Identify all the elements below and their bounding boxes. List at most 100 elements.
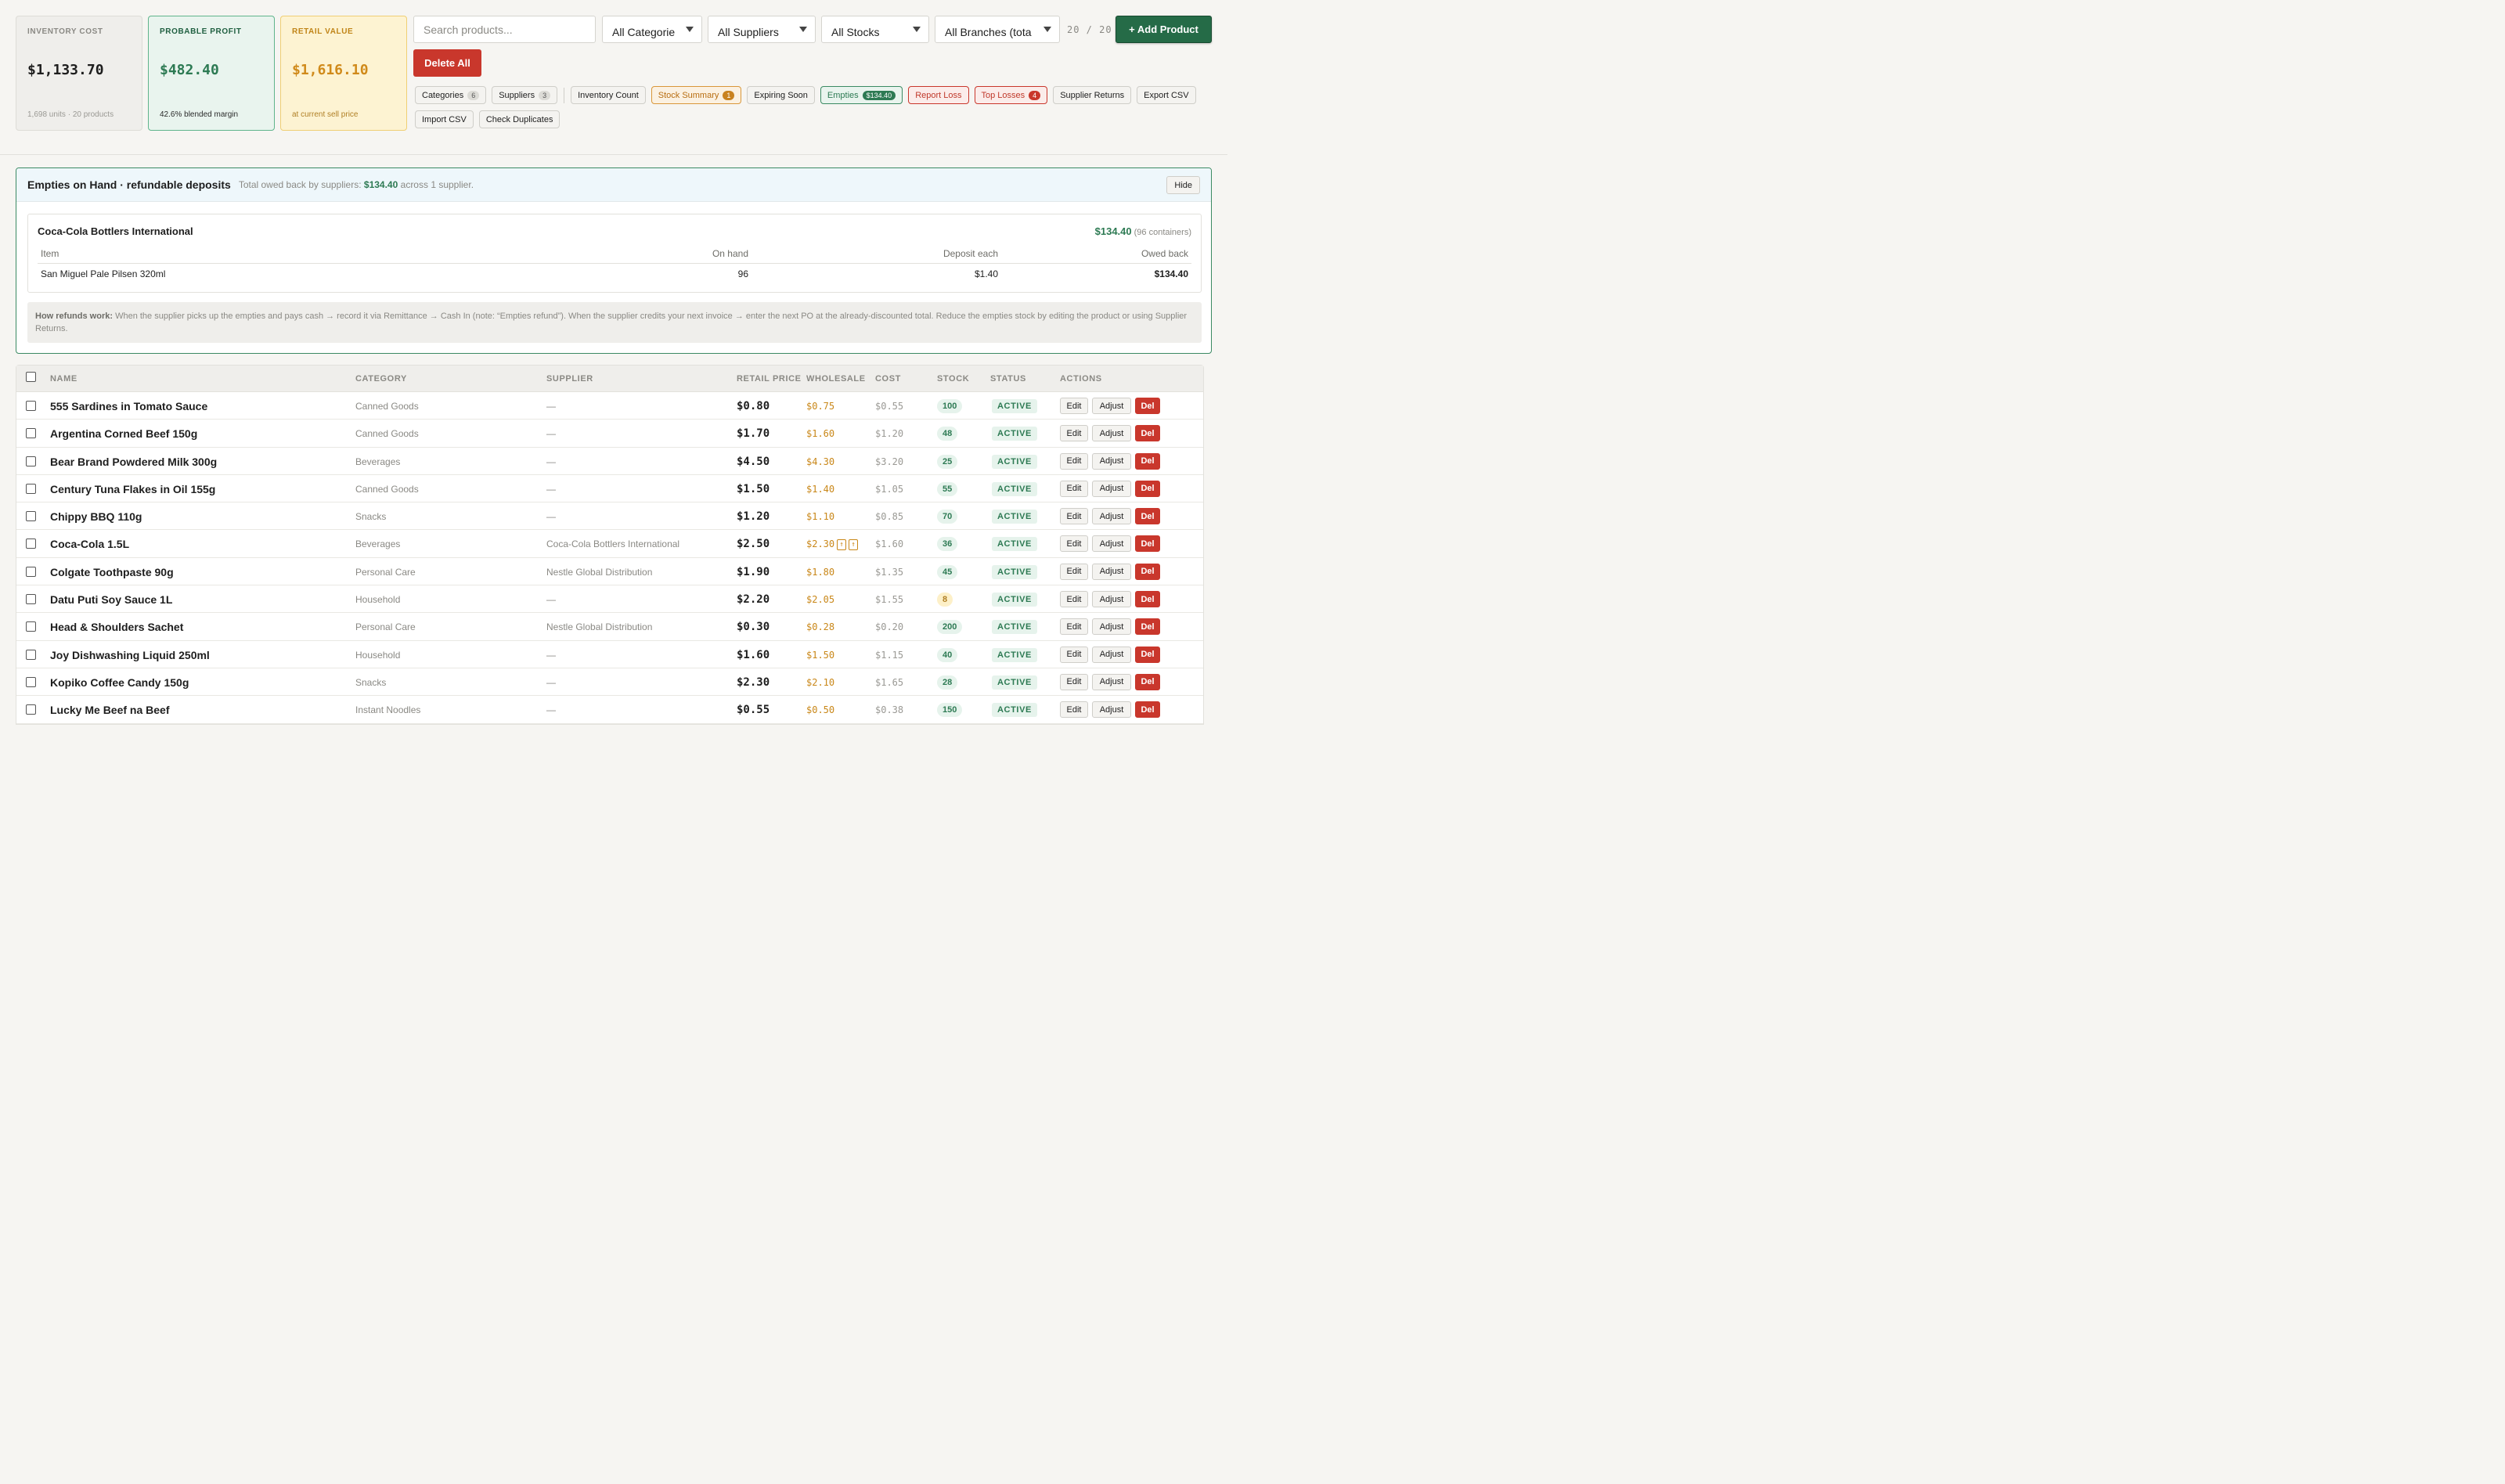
delete-button[interactable]: Del bbox=[1135, 452, 1160, 470]
product-name[interactable]: Chippy BBQ 110g bbox=[50, 510, 142, 523]
adjust-button[interactable]: Adjust bbox=[1092, 480, 1131, 497]
supplier-filter-value: All Suppliers bbox=[718, 26, 779, 38]
empties-chip[interactable]: Empties $134.40 bbox=[820, 86, 903, 104]
edit-button[interactable]: Edit bbox=[1060, 591, 1088, 608]
edit-button[interactable]: Edit bbox=[1060, 425, 1088, 442]
delete-button[interactable]: Del bbox=[1135, 425, 1160, 442]
product-name[interactable]: Argentina Corned Beef 150g bbox=[50, 427, 197, 440]
edit-button[interactable]: Edit bbox=[1060, 701, 1088, 719]
header-status[interactable]: STATUS bbox=[990, 374, 1026, 384]
edit-button[interactable]: Edit bbox=[1060, 398, 1088, 414]
probable-profit-card: PROBABLE PROFIT $482.40 42.6% blended ma… bbox=[148, 16, 275, 131]
adjust-button[interactable]: Adjust bbox=[1092, 425, 1131, 442]
expiring-soon-chip-label: Expiring Soon bbox=[754, 90, 808, 100]
inventory-cost-label: INVENTORY COST bbox=[27, 27, 103, 36]
select-all-checkbox[interactable] bbox=[26, 372, 36, 382]
product-name[interactable]: Head & Shoulders Sachet bbox=[50, 621, 183, 633]
header-name[interactable]: NAME bbox=[50, 374, 77, 384]
product-name[interactable]: Century Tuna Flakes in Oil 155g bbox=[50, 483, 215, 495]
wholesale-price: $1.40 bbox=[806, 484, 834, 495]
row-checkbox[interactable] bbox=[26, 401, 36, 411]
row-checkbox[interactable] bbox=[26, 704, 36, 715]
edit-button[interactable]: Edit bbox=[1060, 673, 1088, 690]
expiring-soon-chip[interactable]: Expiring Soon bbox=[747, 86, 815, 104]
stock-badge: 25 bbox=[937, 454, 958, 469]
product-name[interactable]: Coca-Cola 1.5L bbox=[50, 538, 129, 550]
stock-filter-select[interactable]: All Stocks bbox=[821, 16, 929, 43]
delete-button[interactable]: Del bbox=[1135, 701, 1160, 719]
product-name[interactable]: Colgate Toothpaste 90g bbox=[50, 566, 174, 578]
edit-button[interactable]: Edit bbox=[1060, 646, 1088, 663]
adjust-button[interactable]: Adjust bbox=[1092, 508, 1131, 525]
delete-button[interactable]: Del bbox=[1135, 508, 1160, 525]
row-checkbox[interactable] bbox=[26, 649, 36, 660]
suppliers-chip[interactable]: Suppliers 3 bbox=[492, 86, 558, 104]
retail-price: $0.30 bbox=[737, 621, 770, 634]
adjust-button[interactable]: Adjust bbox=[1092, 452, 1131, 470]
adjust-button[interactable]: Adjust bbox=[1092, 701, 1131, 719]
import-csv-chip[interactable]: Import CSV bbox=[415, 110, 474, 128]
delete-button[interactable]: Del bbox=[1135, 618, 1160, 636]
row-checkbox[interactable] bbox=[26, 456, 36, 466]
delete-button[interactable]: Del bbox=[1135, 646, 1160, 663]
delete-button[interactable]: Del bbox=[1135, 563, 1160, 580]
product-name[interactable]: Datu Puti Soy Sauce 1L bbox=[50, 593, 172, 606]
top-losses-chip[interactable]: Top Losses 4 bbox=[974, 86, 1048, 104]
hide-empties-button[interactable]: Hide bbox=[1166, 176, 1200, 194]
delete-button[interactable]: Del bbox=[1135, 398, 1160, 414]
adjust-button[interactable]: Adjust bbox=[1092, 535, 1131, 553]
header-cost[interactable]: COST bbox=[875, 374, 901, 384]
row-checkbox[interactable] bbox=[26, 621, 36, 632]
product-name[interactable]: Kopiko Coffee Candy 150g bbox=[50, 676, 189, 689]
edit-button[interactable]: Edit bbox=[1060, 508, 1088, 525]
product-name[interactable]: 555 Sardines in Tomato Sauce bbox=[50, 400, 207, 412]
edit-button[interactable]: Edit bbox=[1060, 535, 1088, 553]
edit-button[interactable]: Edit bbox=[1060, 563, 1088, 580]
wholesale-price: $0.50 bbox=[806, 704, 834, 715]
header-supplier[interactable]: SUPPLIER bbox=[546, 374, 593, 384]
check-duplicates-chip[interactable]: Check Duplicates bbox=[478, 110, 560, 128]
row-checkbox[interactable] bbox=[26, 428, 36, 439]
product-name[interactable]: Bear Brand Powdered Milk 300g bbox=[50, 456, 217, 468]
delete-button[interactable]: Del bbox=[1135, 535, 1160, 553]
edit-button[interactable]: Edit bbox=[1060, 618, 1088, 636]
row-checkbox[interactable] bbox=[26, 538, 36, 549]
search-input[interactable] bbox=[413, 16, 596, 43]
empties-on-hand: 96 bbox=[737, 268, 748, 279]
supplier-filter-select[interactable]: All Suppliers bbox=[708, 16, 816, 43]
retail-value-card: RETAIL VALUE $1,616.10 at current sell p… bbox=[280, 16, 407, 131]
adjust-button[interactable]: Adjust bbox=[1092, 618, 1131, 636]
categories-chip[interactable]: Categories 6 bbox=[415, 86, 487, 104]
adjust-button[interactable]: Adjust bbox=[1092, 646, 1131, 663]
product-name[interactable]: Joy Dishwashing Liquid 250ml bbox=[50, 649, 210, 661]
report-loss-chip[interactable]: Report Loss bbox=[908, 86, 969, 104]
row-checkbox[interactable] bbox=[26, 566, 36, 577]
row-checkbox[interactable] bbox=[26, 483, 36, 494]
delete-button[interactable]: Del bbox=[1135, 673, 1160, 690]
category-filter-select[interactable]: All Categorie bbox=[602, 16, 702, 43]
delete-button[interactable]: Del bbox=[1135, 591, 1160, 608]
delete-button[interactable]: Del bbox=[1135, 480, 1160, 497]
header-category[interactable]: CATEGORY bbox=[355, 374, 407, 384]
adjust-button[interactable]: Adjust bbox=[1092, 591, 1131, 608]
row-checkbox[interactable] bbox=[26, 511, 36, 522]
delete-all-button[interactable]: Delete All bbox=[413, 49, 481, 77]
supplier-returns-chip[interactable]: Supplier Returns bbox=[1053, 86, 1132, 104]
header-stock[interactable]: STOCK bbox=[937, 374, 969, 384]
row-checkbox[interactable] bbox=[26, 594, 36, 605]
edit-button[interactable]: Edit bbox=[1060, 480, 1088, 497]
product-name[interactable]: Lucky Me Beef na Beef bbox=[50, 704, 170, 716]
header-wholesale[interactable]: WHOLESALE bbox=[806, 374, 866, 384]
branch-filter-select[interactable]: All Branches (tota bbox=[935, 16, 1060, 43]
inventory-count-chip[interactable]: Inventory Count bbox=[571, 86, 646, 104]
add-product-button[interactable]: + Add Product bbox=[1116, 16, 1212, 43]
retail-price: $0.55 bbox=[737, 704, 770, 717]
row-checkbox[interactable] bbox=[26, 676, 36, 687]
adjust-button[interactable]: Adjust bbox=[1092, 673, 1131, 690]
export-csv-chip[interactable]: Export CSV bbox=[1137, 86, 1196, 104]
stock-summary-chip[interactable]: Stock Summary 1 bbox=[651, 86, 742, 104]
header-retail-price[interactable]: RETAIL PRICE bbox=[737, 374, 802, 384]
edit-button[interactable]: Edit bbox=[1060, 452, 1088, 470]
adjust-button[interactable]: Adjust bbox=[1092, 398, 1131, 414]
adjust-button[interactable]: Adjust bbox=[1092, 563, 1131, 580]
